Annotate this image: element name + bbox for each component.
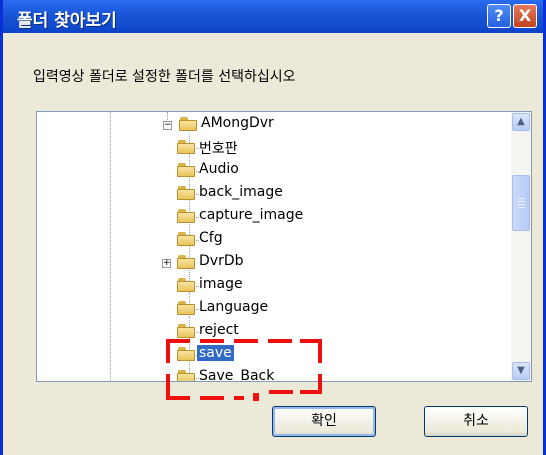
tree-node-label: Language [199, 299, 269, 315]
close-icon: X [518, 6, 532, 25]
ok-button-label: 확인 [311, 413, 337, 429]
tree-node-label: Save_Back [199, 368, 275, 382]
scrollbar-thumb[interactable] [512, 175, 530, 231]
folder-icon [177, 163, 195, 177]
help-button[interactable]: ? [487, 4, 511, 28]
tree-node-label: save [197, 345, 234, 361]
tree-node-label: 번호판 [199, 141, 238, 157]
folder-open-icon [179, 117, 197, 131]
vertical-scrollbar[interactable]: ▲ ▼ [511, 112, 531, 381]
tree-node-label: image [199, 276, 243, 292]
tree-node-label: back_image [199, 184, 283, 200]
collapse-toggle-icon[interactable]: − [163, 121, 172, 130]
folder-icon [177, 370, 195, 381]
folder-icon [177, 278, 195, 292]
tree-node-label: reject [199, 322, 239, 338]
help-icon: ? [494, 6, 504, 25]
tree-node-label: Cfg [199, 230, 223, 246]
folder-icon [177, 324, 195, 338]
folder-icon [177, 301, 195, 315]
folder-icon [177, 255, 195, 269]
dialog-title: 폴더 찾아보기 [17, 11, 117, 31]
tree-node-label: Audio [199, 161, 239, 177]
cancel-button-label: 취소 [463, 413, 489, 429]
tree-node-label: DvrDb [199, 253, 244, 269]
tree-node-label: AMongDvr [201, 115, 274, 131]
tree-guide-line [110, 112, 111, 381]
folder-icon [177, 232, 195, 246]
scroll-up-arrow-icon[interactable]: ▲ [512, 113, 530, 131]
folder-icon [177, 140, 195, 154]
folder-icon [177, 347, 195, 361]
expand-toggle-icon[interactable]: + [162, 259, 171, 268]
instruction-text: 입력영상 폴더로 설정한 폴더를 선택하십시오 [33, 69, 296, 85]
folder-browser-dialog: 폴더 찾아보기 ? X 입력영상 폴더로 설정한 폴더를 선택하십시오 − AM… [0, 0, 546, 455]
cancel-button[interactable]: 취소 [424, 406, 528, 437]
scroll-down-arrow-icon[interactable]: ▼ [512, 362, 530, 380]
ok-button[interactable]: 확인 [272, 406, 376, 437]
folder-icon [177, 209, 195, 223]
close-button[interactable]: X [513, 4, 537, 28]
tree-node-label: capture_image [199, 207, 304, 223]
folder-icon [177, 186, 195, 200]
title-bar[interactable]: 폴더 찾아보기 ? X [3, 0, 543, 33]
